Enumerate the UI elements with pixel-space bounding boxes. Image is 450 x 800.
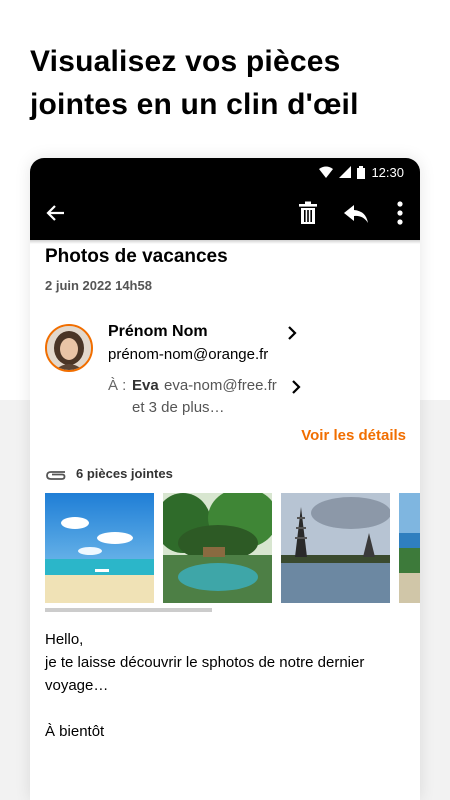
sender-name[interactable]: Prénom Nom [108,323,208,341]
recipient-email: eva-nom@free.fr [164,377,277,394]
attachments-count: 6 pièces jointes [76,466,173,481]
sender-email: prénom-nom@orange.fr [108,346,269,363]
recipients-prefix: À : [108,377,127,394]
body-line [45,697,405,720]
attachment-thumbnail[interactable] [281,493,390,603]
promo-headline: Visualisez vos pièces jointes en un clin… [30,40,420,126]
status-time: 12:30 [371,164,404,180]
more-vertical-icon[interactable] [386,199,414,227]
tropical-garden-image [163,493,272,603]
attachment-thumbnail[interactable] [45,493,154,603]
chevron-right-icon[interactable] [289,380,303,394]
body-line: je te laisse découvrir le sphotos de not… [45,654,365,671]
attachments-gallery[interactable] [45,493,420,603]
phone-frame: 12:30 Photos de vacances 2 juin 2022 14h… [30,158,420,800]
headline-line-1: Visualisez vos pièces [30,45,341,78]
body-line: voyage… [45,677,109,694]
message-subject: Photos de vacances [45,246,228,267]
app-bar [30,186,420,240]
battery-icon [357,165,366,179]
view-details-link[interactable]: Voir les détails [301,427,406,444]
recipients-more: et 3 de plus… [132,399,225,416]
body-line: Hello, [45,631,84,648]
message-date: 2 juin 2022 14h58 [45,278,152,293]
reply-icon[interactable] [342,199,370,227]
wifi-icon [319,166,334,178]
trash-icon[interactable] [294,199,322,227]
gallery-scrollbar[interactable] [45,608,212,612]
attachment-thumbnail[interactable] [163,493,272,603]
attachment-thumbnail[interactable] [399,493,420,603]
chevron-right-icon[interactable] [285,326,299,340]
app-bar-shadow [30,240,420,244]
sender-avatar[interactable] [45,324,93,372]
paperclip-icon [46,471,66,480]
recipient-name: Eva [132,377,159,394]
beach-image [45,493,154,603]
coast-image [399,493,420,603]
body-line: À bientôt [45,723,105,740]
avatar-photo [47,326,91,370]
status-bar: 12:30 [30,158,420,186]
arrow-left-icon[interactable] [42,199,70,227]
headline-line-2: jointes en un clin d'œil [30,88,359,121]
signal-icon [339,166,352,178]
temple-lake-image [281,493,390,603]
message-body: Hello, je te laisse découvrir le sphotos… [45,628,405,743]
